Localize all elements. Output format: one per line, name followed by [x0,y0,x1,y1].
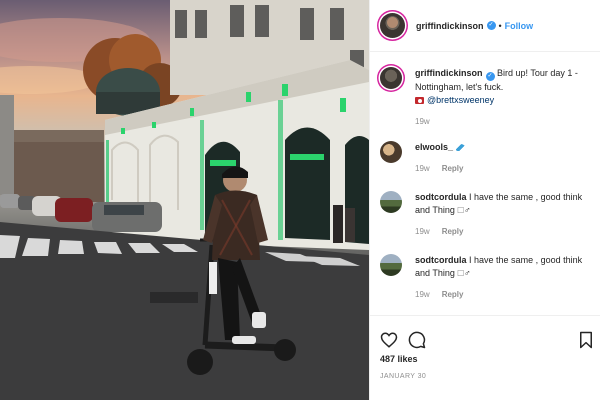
comment-time[interactable]: 19w [415,227,430,236]
caption-avatar[interactable] [380,67,402,89]
likes-count[interactable]: 487 likes [380,354,418,364]
water-wave-icon [456,144,467,151]
camera-icon [415,97,424,104]
comment-icon[interactable] [408,331,426,349]
header-separator: • [498,20,502,31]
caption-mention[interactable]: @brettxsweeney [427,95,494,105]
comment-body: sodtcordula I have the same , good think… [415,191,595,238]
comment-username[interactable]: sodtcordula [415,255,467,265]
post-header: griffindickinson ✓ • Follow [370,0,600,52]
reply-button[interactable]: Reply [442,290,464,299]
photo-scene [0,0,369,400]
post-side-panel: griffindickinson ✓ • Follow griffindicki… [369,0,600,400]
reply-button[interactable]: Reply [442,164,464,173]
comment-username[interactable]: sodtcordula [415,192,467,202]
comments-list[interactable]: griffindickinson ✓ Bird up! Tour day 1 - … [370,53,600,315]
bookmark-icon[interactable] [577,331,595,349]
comment-time[interactable]: 19w [415,164,430,173]
author-avatar[interactable] [380,13,405,38]
comment-body: sodtcordula I have the same , good think… [415,254,595,301]
comment-avatar[interactable] [380,191,402,213]
follow-button[interactable]: Follow [505,21,534,31]
caption-body: griffindickinson ✓ Bird up! Tour day 1 - … [415,67,595,128]
caption-time[interactable]: 19w [415,117,430,126]
post-photo [0,0,369,400]
comment-username[interactable]: elwools_ [415,142,453,152]
caption-meta: 19w [415,115,595,128]
comment-body: elwools_ 19w Reply [415,141,595,175]
comment-meta: 19w Reply [415,162,595,175]
comment-meta: 19w Reply [415,288,595,301]
post-actions [380,331,595,349]
comment-avatar[interactable] [380,141,402,163]
comment-avatar[interactable] [380,254,402,276]
verified-badge-icon: ✓ [486,21,496,30]
comment-meta: 19w Reply [415,225,595,238]
actions-divider [370,315,600,316]
caption-username[interactable]: griffindickinson [415,68,483,78]
heart-icon[interactable] [380,331,398,349]
author-username[interactable]: griffindickinson [416,21,484,31]
reply-button[interactable]: Reply [442,227,464,236]
post-date[interactable]: JANUARY 30 [380,373,426,380]
verified-badge-icon: ✓ [485,72,495,81]
comment-time[interactable]: 19w [415,290,430,299]
